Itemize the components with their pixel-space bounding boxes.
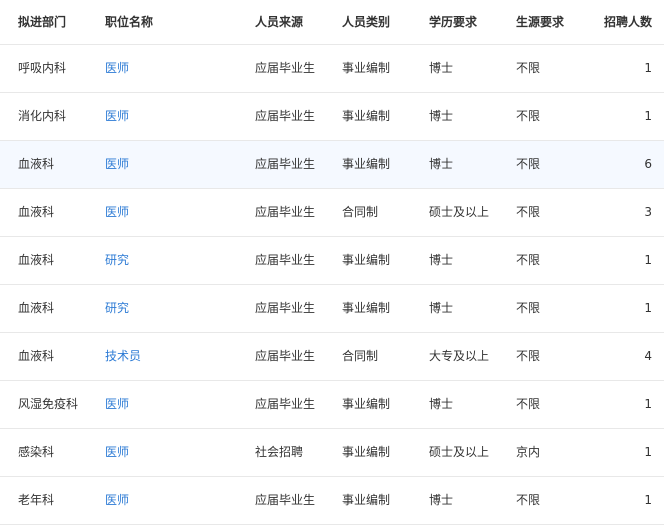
cell-education: 硕士及以上: [429, 445, 490, 459]
cell-education: 博士: [429, 61, 454, 75]
cell-source: 应届毕业生: [255, 157, 316, 171]
header-source[interactable]: 人员来源: [237, 0, 324, 44]
table-row: 老年科 医师 应届毕业生 事业编制 博士 不限 1: [0, 476, 664, 524]
position-link[interactable]: 研究: [105, 253, 129, 267]
cell-position: 医师: [87, 92, 237, 140]
cell-count: 1: [644, 493, 652, 507]
cell-dept: 风湿免疫科: [18, 397, 79, 411]
cell-category: 事业编制: [342, 61, 391, 75]
position-link[interactable]: 医师: [105, 205, 129, 219]
cell-source: 应届毕业生: [255, 109, 316, 123]
cell-dept: 呼吸内科: [18, 61, 67, 75]
cell-category: 合同制: [342, 349, 379, 363]
cell-count: 1: [644, 253, 652, 267]
position-link[interactable]: 技术员: [105, 349, 141, 363]
cell-count: 1: [644, 397, 652, 411]
cell-position: 医师: [87, 140, 237, 188]
cell-dept: 血液科: [18, 157, 55, 171]
cell-source: 应届毕业生: [255, 205, 316, 219]
header-position[interactable]: 职位名称: [87, 0, 237, 44]
cell-category: 事业编制: [342, 445, 391, 459]
cell-position: 医师: [87, 476, 237, 524]
cell-category: 事业编制: [342, 493, 391, 507]
table-row: 消化内科 医师 应届毕业生 事业编制 博士 不限 1: [0, 92, 664, 140]
cell-source: 社会招聘: [255, 445, 304, 459]
table-row: 血液科 研究 应届毕业生 事业编制 博士 不限 1: [0, 236, 664, 284]
cell-education: 博士: [429, 397, 454, 411]
cell-education: 博士: [429, 253, 454, 267]
position-link[interactable]: 医师: [105, 61, 129, 75]
cell-position: 研究: [87, 284, 237, 332]
position-link[interactable]: 医师: [105, 157, 129, 171]
cell-count: 3: [644, 205, 652, 219]
cell-origin: 不限: [516, 109, 541, 123]
cell-origin: 不限: [516, 397, 541, 411]
cell-origin: 京内: [516, 445, 541, 459]
cell-dept: 血液科: [18, 253, 55, 267]
header-origin[interactable]: 生源要求: [498, 0, 586, 44]
recruitment-table: 拟进部门 职位名称 人员来源 人员类别 学历要求 生源要求 招聘人数 呼吸内科 …: [0, 0, 664, 525]
cell-origin: 不限: [516, 61, 541, 75]
cell-education: 博士: [429, 109, 454, 123]
cell-education: 博士: [429, 157, 454, 171]
header-dept[interactable]: 拟进部门: [0, 0, 87, 44]
header-count[interactable]: 招聘人数: [586, 0, 664, 44]
cell-education: 博士: [429, 493, 454, 507]
cell-category: 事业编制: [342, 397, 391, 411]
table-row: 感染科 医师 社会招聘 事业编制 硕士及以上 京内 1: [0, 428, 664, 476]
cell-position: 技术员: [87, 332, 237, 380]
cell-source: 应届毕业生: [255, 349, 316, 363]
cell-education: 硕士及以上: [429, 205, 490, 219]
cell-source: 应届毕业生: [255, 397, 316, 411]
cell-count: 6: [644, 157, 652, 171]
cell-origin: 不限: [516, 253, 541, 267]
cell-education: 博士: [429, 301, 454, 315]
cell-origin: 不限: [516, 157, 541, 171]
cell-source: 应届毕业生: [255, 61, 316, 75]
position-link[interactable]: 医师: [105, 445, 129, 459]
table-row: 血液科 研究 应届毕业生 事业编制 博士 不限 1: [0, 284, 664, 332]
cell-count: 1: [644, 445, 652, 459]
cell-category: 事业编制: [342, 253, 391, 267]
table-header-row: 拟进部门 职位名称 人员来源 人员类别 学历要求 生源要求 招聘人数: [0, 0, 664, 44]
cell-dept: 血液科: [18, 301, 55, 315]
cell-origin: 不限: [516, 301, 541, 315]
cell-dept: 血液科: [18, 349, 55, 363]
cell-origin: 不限: [516, 493, 541, 507]
position-link[interactable]: 医师: [105, 493, 129, 507]
cell-origin: 不限: [516, 205, 541, 219]
cell-dept: 血液科: [18, 205, 55, 219]
position-link[interactable]: 医师: [105, 109, 129, 123]
cell-education: 大专及以上: [429, 349, 490, 363]
cell-source: 应届毕业生: [255, 301, 316, 315]
header-education[interactable]: 学历要求: [411, 0, 498, 44]
cell-count: 1: [644, 109, 652, 123]
cell-count: 4: [644, 349, 652, 363]
table-row: 呼吸内科 医师 应届毕业生 事业编制 博士 不限 1: [0, 44, 664, 92]
cell-category: 合同制: [342, 205, 379, 219]
cell-position: 医师: [87, 428, 237, 476]
cell-count: 1: [644, 61, 652, 75]
header-category[interactable]: 人员类别: [324, 0, 411, 44]
cell-position: 医师: [87, 44, 237, 92]
cell-source: 应届毕业生: [255, 253, 316, 267]
cell-position: 医师: [87, 188, 237, 236]
position-link[interactable]: 医师: [105, 397, 129, 411]
cell-category: 事业编制: [342, 109, 391, 123]
cell-category: 事业编制: [342, 301, 391, 315]
cell-count: 1: [644, 301, 652, 315]
cell-origin: 不限: [516, 349, 541, 363]
cell-dept: 感染科: [18, 445, 55, 459]
table-row: 血液科 医师 应届毕业生 合同制 硕士及以上 不限 3: [0, 188, 664, 236]
cell-source: 应届毕业生: [255, 493, 316, 507]
table-row: 血液科 技术员 应届毕业生 合同制 大专及以上 不限 4: [0, 332, 664, 380]
cell-position: 研究: [87, 236, 237, 284]
cell-category: 事业编制: [342, 157, 391, 171]
cell-position: 医师: [87, 380, 237, 428]
cell-dept: 消化内科: [18, 109, 67, 123]
table-row: 血液科 医师 应届毕业生 事业编制 博士 不限 6: [0, 140, 664, 188]
table-row: 风湿免疫科 医师 应届毕业生 事业编制 博士 不限 1: [0, 380, 664, 428]
cell-dept: 老年科: [18, 493, 55, 507]
position-link[interactable]: 研究: [105, 301, 129, 315]
